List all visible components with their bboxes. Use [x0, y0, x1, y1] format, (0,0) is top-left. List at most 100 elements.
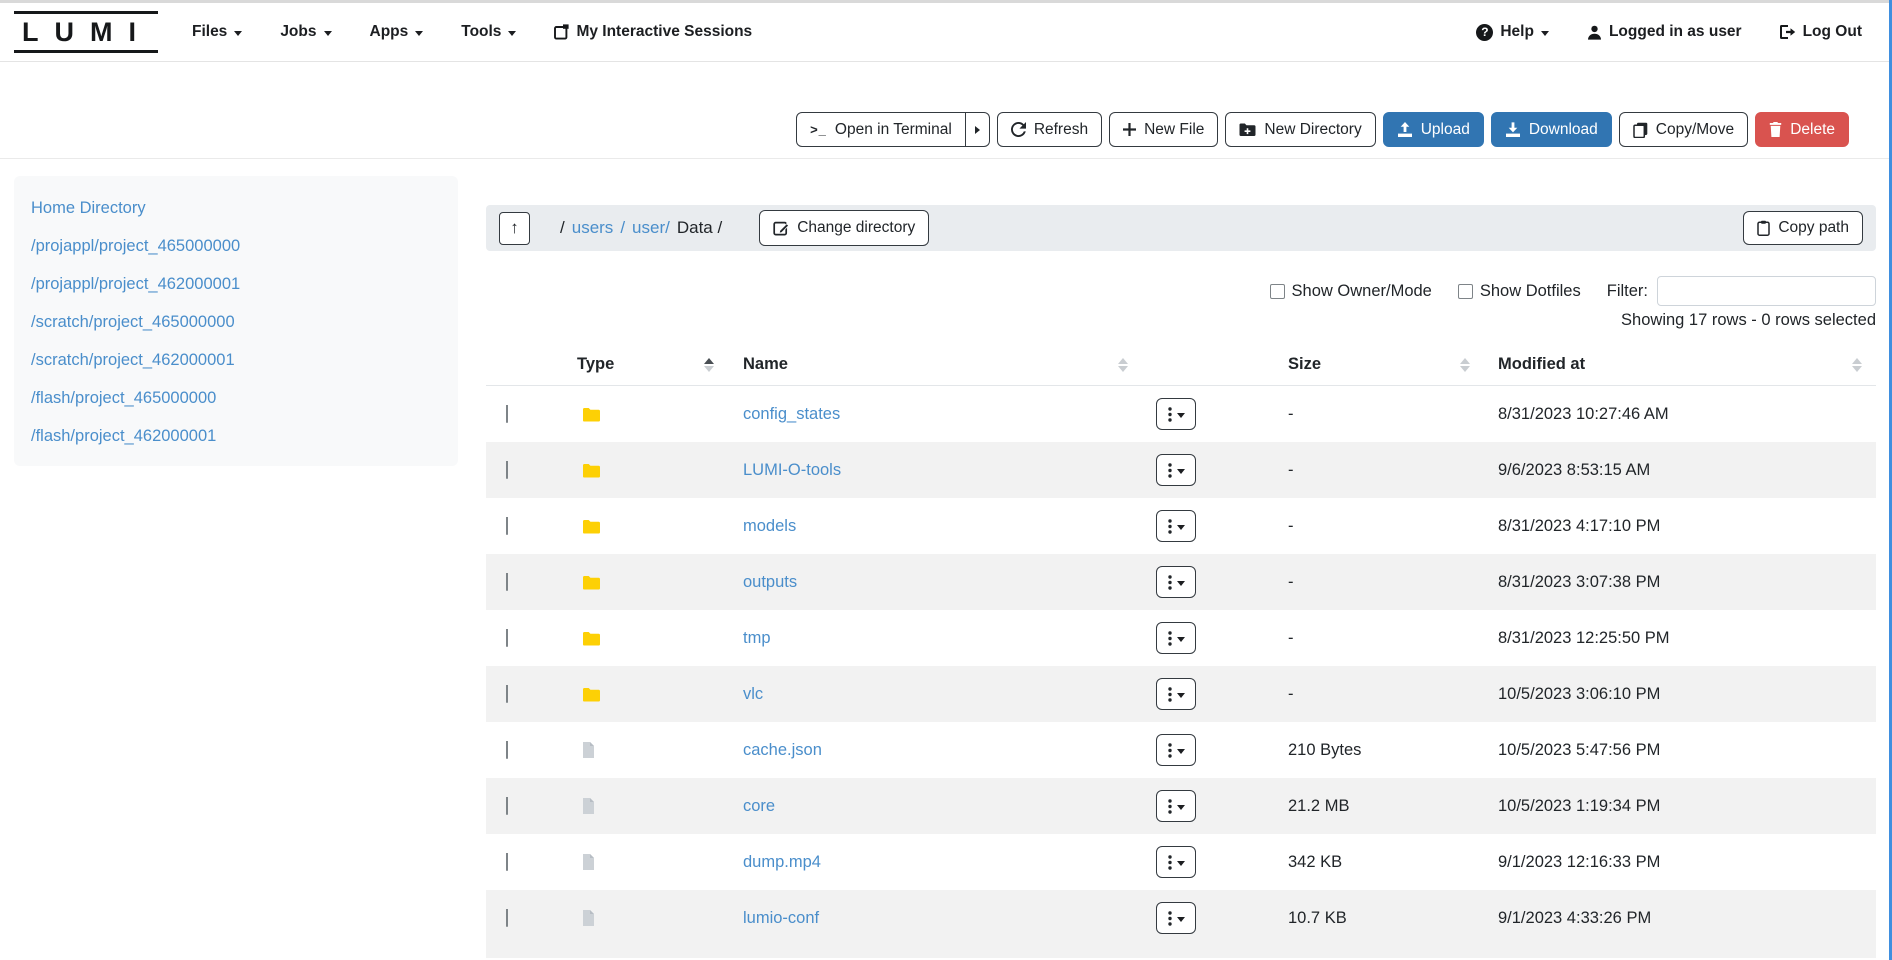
folder-icon	[582, 687, 601, 702]
file-name-link[interactable]: core	[743, 797, 775, 815]
delete-button[interactable]: Delete	[1755, 112, 1849, 147]
row-actions-dropdown[interactable]	[1156, 678, 1196, 710]
new-directory-button[interactable]: New Directory	[1225, 112, 1375, 147]
lumi-logo[interactable]: LUMI	[14, 11, 158, 53]
file-size: -	[1240, 629, 1480, 648]
header-name[interactable]: Name	[716, 344, 1156, 385]
copy-path-button[interactable]: Copy path	[1743, 211, 1863, 245]
copy-move-button[interactable]: Copy/Move	[1619, 112, 1748, 147]
row-actions-dropdown[interactable]	[1156, 734, 1196, 766]
sidebar-path-link[interactable]: Home Directory	[14, 189, 458, 227]
file-modified: 10/5/2023 1:19:34 PM	[1480, 797, 1876, 816]
folder-icon	[582, 575, 601, 590]
row-actions-dropdown[interactable]	[1156, 902, 1196, 934]
sidebar-path-link[interactable]: /flash/project_462000001	[14, 417, 458, 455]
table-row: LUMI-O-tools - 9/6/2023 8:53:15 AM	[486, 442, 1876, 498]
breadcrumb: / users / user/ Data /	[560, 218, 722, 238]
row-checkbox[interactable]	[506, 461, 508, 479]
nav-tools-menu[interactable]: Tools	[461, 23, 516, 41]
breadcrumb-user-link[interactable]: user/	[632, 218, 670, 238]
file-name-link[interactable]: config_states	[743, 405, 840, 423]
row-checkbox[interactable]	[506, 517, 508, 535]
change-directory-button[interactable]: Change directory	[759, 210, 929, 246]
open-in-terminal-dropdown[interactable]	[966, 112, 990, 147]
table-row: outputs - 8/31/2023 3:07:38 PM	[486, 554, 1876, 610]
table-row: dump.mp4 342 KB 9/1/2023 12:16:33 PM	[486, 834, 1876, 890]
file-name-link[interactable]: outputs	[743, 573, 797, 591]
header-actions-column	[1156, 344, 1240, 385]
row-actions-dropdown[interactable]	[1156, 398, 1196, 430]
row-actions-dropdown[interactable]	[1156, 846, 1196, 878]
file-name-link[interactable]: models	[743, 517, 796, 535]
table-body: config_states - 8/31/2023 10:27:46 AM	[486, 386, 1876, 946]
show-dotfiles-toggle[interactable]: Show Dotfiles	[1458, 282, 1581, 301]
row-actions-dropdown[interactable]	[1156, 454, 1196, 486]
open-in-terminal-button[interactable]: >_ Open in Terminal	[796, 112, 966, 147]
row-checkbox[interactable]	[506, 909, 508, 927]
upload-label: Upload	[1421, 121, 1470, 139]
row-actions-dropdown[interactable]	[1156, 790, 1196, 822]
upload-button[interactable]: Upload	[1383, 112, 1484, 147]
kebab-menu-icon	[1168, 855, 1172, 870]
file-modified: 8/31/2023 10:27:46 AM	[1480, 405, 1876, 424]
header-size[interactable]: Size	[1240, 344, 1480, 385]
header-type[interactable]: Type	[550, 344, 716, 385]
filter-input[interactable]	[1657, 276, 1876, 306]
file-name-link[interactable]: dump.mp4	[743, 853, 821, 871]
kebab-menu-icon	[1168, 911, 1172, 926]
row-checkbox[interactable]	[506, 405, 508, 423]
download-icon	[1505, 122, 1521, 137]
row-actions-dropdown[interactable]	[1156, 510, 1196, 542]
up-directory-button[interactable]: ↑	[499, 212, 530, 245]
nav-logged-in-user[interactable]: Logged in as user	[1587, 23, 1742, 41]
nav-help-menu[interactable]: ? Help	[1476, 23, 1549, 41]
header-modified[interactable]: Modified at	[1480, 344, 1876, 385]
file-modified: 9/1/2023 12:16:33 PM	[1480, 853, 1876, 872]
table-row: cache.json 210 Bytes 10/5/2023 5:47:56 P…	[486, 722, 1876, 778]
row-checkbox[interactable]	[506, 629, 508, 647]
chevron-down-icon	[324, 31, 332, 36]
sidebar-path-link[interactable]: /flash/project_465000000	[14, 379, 458, 417]
sidebar-path-link[interactable]: /projappl/project_462000001	[14, 265, 458, 303]
nav-tools-label: Tools	[461, 23, 501, 41]
new-file-button[interactable]: New File	[1109, 112, 1218, 147]
sessions-icon	[554, 24, 569, 40]
chevron-down-icon	[1177, 413, 1185, 418]
file-icon	[582, 798, 595, 814]
nav-interactive-sessions[interactable]: My Interactive Sessions	[554, 23, 752, 41]
kebab-menu-icon	[1168, 519, 1172, 534]
file-name-link[interactable]: cache.json	[743, 741, 822, 759]
download-button[interactable]: Download	[1491, 112, 1612, 147]
header-modified-label: Modified at	[1498, 355, 1585, 374]
nav-files-menu[interactable]: Files	[192, 23, 242, 41]
logout-icon	[1780, 25, 1796, 39]
file-size: 210 Bytes	[1240, 741, 1480, 760]
file-size: -	[1240, 517, 1480, 536]
filter-group: Filter:	[1607, 276, 1876, 306]
row-checkbox[interactable]	[506, 797, 508, 815]
file-name-link[interactable]: lumio-conf	[743, 909, 819, 927]
nav-logout[interactable]: Log Out	[1780, 23, 1862, 41]
new-directory-label: New Directory	[1264, 121, 1361, 139]
file-name-link[interactable]: tmp	[743, 629, 771, 647]
show-owner-mode-checkbox[interactable]	[1270, 284, 1285, 299]
sidebar-path-link[interactable]: /scratch/project_462000001	[14, 341, 458, 379]
row-checkbox[interactable]	[506, 853, 508, 871]
delete-label: Delete	[1790, 121, 1835, 139]
row-actions-dropdown[interactable]	[1156, 622, 1196, 654]
row-checkbox[interactable]	[506, 573, 508, 591]
sidebar-path-link[interactable]: /projappl/project_465000000	[14, 227, 458, 265]
show-dotfiles-checkbox[interactable]	[1458, 284, 1473, 299]
refresh-button[interactable]: Refresh	[997, 112, 1102, 147]
show-owner-mode-toggle[interactable]: Show Owner/Mode	[1270, 282, 1432, 301]
nav-apps-menu[interactable]: Apps	[370, 23, 424, 41]
row-actions-dropdown[interactable]	[1156, 566, 1196, 598]
sidebar-path-link[interactable]: /scratch/project_465000000	[14, 303, 458, 341]
breadcrumb-users-link[interactable]: users	[572, 218, 614, 238]
file-name-link[interactable]: LUMI-O-tools	[743, 461, 841, 479]
row-checkbox[interactable]	[506, 741, 508, 759]
file-name-link[interactable]: vlc	[743, 685, 763, 703]
kebab-menu-icon	[1168, 631, 1172, 646]
row-checkbox[interactable]	[506, 685, 508, 703]
nav-jobs-menu[interactable]: Jobs	[280, 23, 331, 41]
